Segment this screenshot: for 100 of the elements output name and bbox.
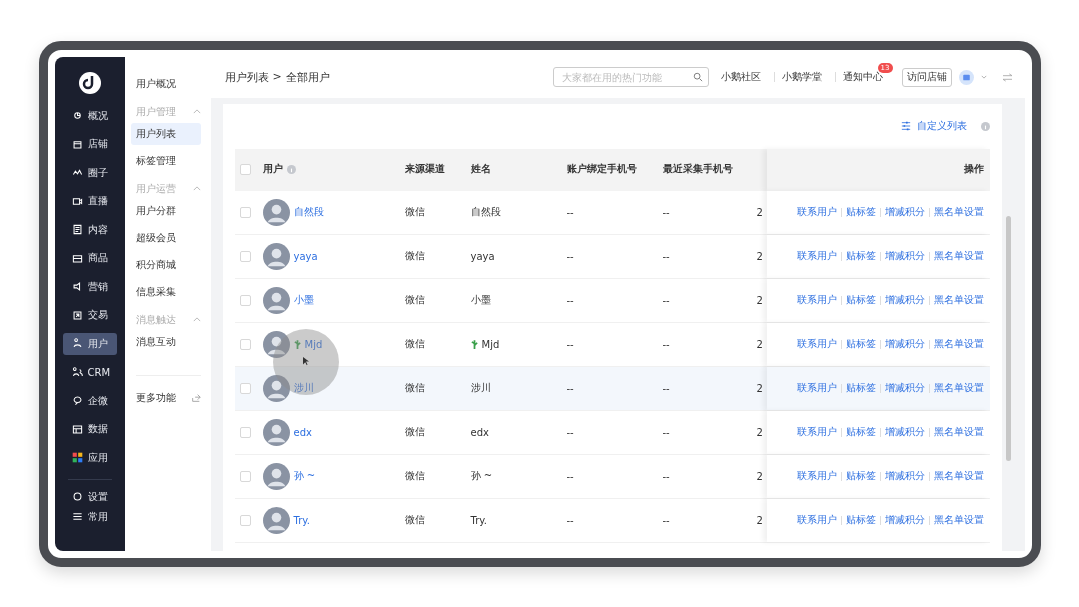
table-cell-text: 2 (756, 425, 764, 440)
header-link[interactable]: 小鹅社区 (720, 70, 761, 82)
user-link[interactable]: 小墨 (293, 293, 314, 307)
action-link[interactable]: 联系用户 (796, 513, 837, 527)
chevron-icon[interactable] (192, 109, 201, 114)
action-link[interactable]: 黑名单设置 (933, 205, 984, 219)
header-link[interactable]: 通知中心 (842, 70, 883, 82)
table-cell-text: 微信 (404, 249, 426, 263)
action-link[interactable]: 联系用户 (796, 293, 837, 307)
checkbox[interactable] (240, 250, 251, 262)
action-link[interactable]: 增减积分 (884, 513, 925, 527)
action-link[interactable]: 贴标签 (845, 293, 876, 307)
table-cell: 孙 ~ (470, 469, 493, 483)
column-header: 账户绑定手机号 (566, 162, 638, 176)
user-link[interactable]: 自然段 (293, 205, 324, 219)
info-icon (286, 165, 296, 174)
action-link[interactable]: 贴标签 (845, 337, 876, 351)
subnav-item[interactable]: 用户列表 (130, 122, 201, 145)
breadcrumb-link[interactable]: 用户列表 (224, 69, 269, 85)
action-link[interactable]: 增减积分 (884, 337, 925, 351)
subnav-item[interactable]: 用户概况 (130, 72, 201, 95)
action-link[interactable]: 贴标签 (845, 381, 876, 395)
table-cell: 涉川 (470, 381, 491, 395)
column-header: 最近采集手机号 (662, 162, 734, 176)
user-link[interactable]: Mjd (304, 338, 323, 350)
action-link[interactable]: 贴标签 (845, 425, 876, 439)
checkbox[interactable] (240, 294, 251, 306)
avatar-icon[interactable] (958, 69, 974, 85)
plant-icon (293, 338, 301, 350)
sidebar-item[interactable]: 商品 (62, 247, 117, 269)
sidebar-item[interactable]: 营销 (62, 275, 117, 298)
customize-list-link[interactable]: 自定义列表 (900, 119, 967, 133)
sidebar-item[interactable]: 数据 (62, 418, 117, 440)
sidebar-item[interactable]: 应用 (62, 446, 117, 469)
action-link[interactable]: 黑名单设置 (933, 513, 984, 527)
subnav-item[interactable]: 用户分群 (130, 199, 201, 222)
sidebar-item[interactable]: 用户 (62, 332, 117, 355)
action-link[interactable]: 增减积分 (884, 381, 925, 395)
action-link[interactable]: 黑名单设置 (933, 337, 984, 351)
subnav-item[interactable]: 积分商城 (130, 253, 201, 276)
subnav-item[interactable]: 标签管理 (130, 149, 201, 172)
action-link[interactable]: 贴标签 (845, 469, 876, 483)
subnav-item[interactable]: 超级会员 (130, 226, 201, 249)
scrollbar[interactable] (1005, 215, 1011, 461)
action-link[interactable]: 贴标签 (845, 249, 876, 263)
action-link[interactable]: 增减积分 (884, 293, 925, 307)
people-icon (71, 366, 83, 378)
header-link[interactable]: 小鹅学堂 (781, 70, 822, 82)
checkbox[interactable] (240, 164, 251, 175)
action-link[interactable]: 联系用户 (796, 205, 837, 219)
sidebar-item[interactable]: 圈子 (62, 161, 117, 184)
action-link[interactable]: 贴标签 (845, 513, 876, 527)
swap-icon[interactable] (1001, 72, 1013, 82)
action-link[interactable]: 黑名单设置 (933, 425, 984, 439)
action-link[interactable]: 黑名单设置 (933, 381, 984, 395)
checkbox[interactable] (240, 338, 251, 350)
action-link[interactable]: 联系用户 (796, 381, 837, 395)
sidebar-item[interactable]: 直播 (62, 190, 117, 212)
action-link[interactable]: 增减积分 (884, 469, 925, 483)
action-link[interactable]: 黑名单设置 (933, 469, 984, 483)
action-link[interactable]: 增减积分 (884, 425, 925, 439)
sidebar-item[interactable]: 企微 (62, 389, 117, 412)
table-cell-text: -- (566, 337, 575, 352)
checkbox[interactable] (240, 426, 251, 438)
action-link[interactable]: 贴标签 (845, 205, 876, 219)
chevron-icon[interactable] (192, 317, 201, 322)
checkbox[interactable] (240, 382, 251, 394)
table-cell-text: -- (662, 337, 671, 352)
avatar-icon (262, 462, 290, 490)
action-link[interactable]: 联系用户 (796, 425, 837, 439)
sidebar-item[interactable]: 设置 (62, 488, 117, 505)
subnav-item[interactable]: 信息采集 (130, 280, 201, 303)
action-link[interactable]: 增减积分 (884, 249, 925, 263)
action-link[interactable]: 黑名单设置 (933, 249, 984, 263)
subnav-item[interactable]: 消息互动 (130, 330, 201, 353)
user-link[interactable]: yaya (293, 250, 318, 262)
action-link[interactable]: 黑名单设置 (933, 293, 984, 307)
action-link[interactable]: 联系用户 (796, 337, 837, 351)
visit-store-button[interactable]: 访问店铺 (901, 67, 952, 87)
sidebar-item[interactable]: CRM (62, 361, 117, 383)
user-link[interactable]: edx (293, 426, 312, 438)
more-link[interactable]: 更多功能 (135, 390, 176, 405)
sidebar-item[interactable]: 交易 (62, 304, 117, 326)
sidebar-item[interactable]: 概况 (62, 104, 117, 127)
action-link[interactable]: 增减积分 (884, 205, 925, 219)
checkbox[interactable] (240, 514, 251, 526)
sidebar-item[interactable]: 内容 (62, 218, 117, 241)
checkbox[interactable] (240, 470, 251, 482)
person-icon (71, 338, 83, 349)
action-link[interactable]: 联系用户 (796, 469, 837, 483)
table-cell-text: 微信 (404, 293, 426, 307)
caret-icon[interactable] (980, 75, 987, 79)
chevron-icon[interactable] (192, 186, 201, 191)
checkbox[interactable] (240, 206, 251, 218)
action-link[interactable]: 联系用户 (796, 249, 837, 263)
sidebar-item[interactable]: 店铺 (62, 133, 117, 155)
user-link[interactable]: Try. (293, 514, 310, 526)
sidebar-item[interactable]: 常用 (62, 508, 117, 525)
user-link[interactable]: 涉川 (293, 381, 314, 395)
user-link[interactable]: 孙 ~ (293, 469, 316, 483)
